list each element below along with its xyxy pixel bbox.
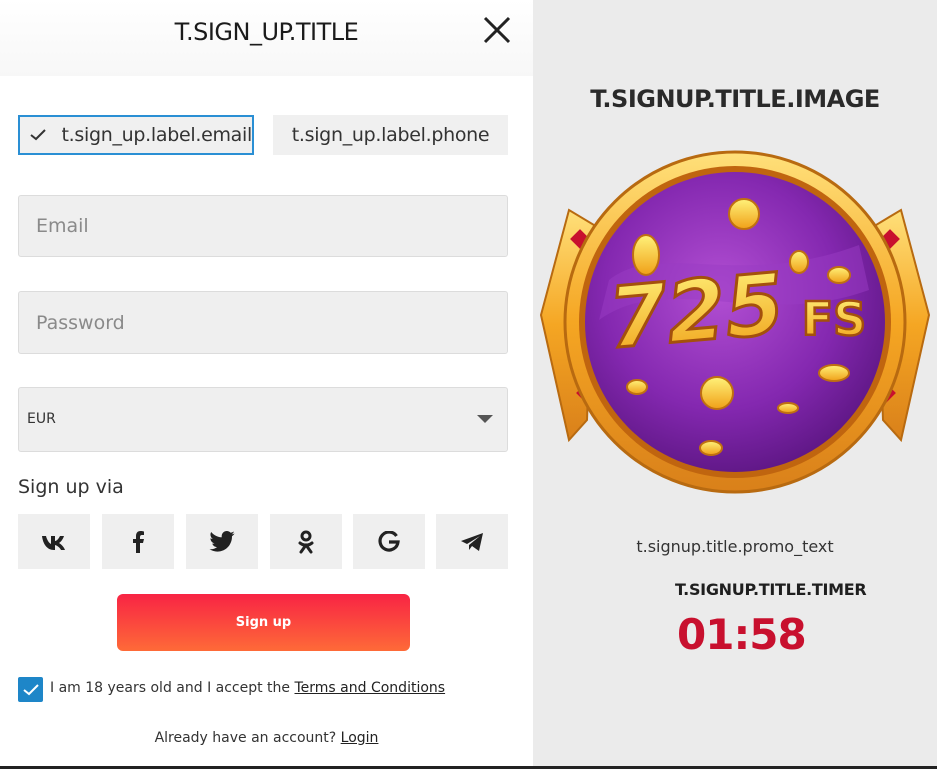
tab-phone-label: t.sign_up.label.phone — [291, 124, 490, 146]
vk-icon — [42, 535, 65, 550]
password-field[interactable] — [18, 291, 508, 354]
badge-suffix: FS — [802, 292, 867, 346]
checkmark-icon — [22, 683, 39, 695]
twitter-icon — [209, 531, 235, 552]
terms-link[interactable]: Terms and Conditions — [295, 680, 446, 696]
timer-value: 01:58 — [677, 610, 807, 659]
tab-email-label: t.sign_up.label.email — [61, 124, 252, 146]
chevron-down-icon — [477, 415, 493, 423]
checkmark-icon — [30, 129, 47, 141]
agree-prefix: I am 18 years old and I accept the — [50, 680, 295, 696]
timer-label: T.SIGNUP.TITLE.TIMER — [675, 580, 867, 599]
currency-value: EUR — [27, 411, 56, 427]
vk-button[interactable] — [18, 514, 90, 569]
telegram-button[interactable] — [436, 514, 508, 569]
close-icon[interactable] — [481, 14, 513, 46]
already-prefix: Already have an account? — [154, 730, 341, 746]
telegram-icon — [461, 532, 483, 551]
tab-phone[interactable]: t.sign_up.label.phone — [273, 115, 508, 155]
signup-button[interactable]: Sign up — [117, 594, 410, 651]
already-account-text: Already have an account? Login — [0, 730, 533, 746]
agree-text: I am 18 years old and I accept the Terms… — [50, 680, 445, 696]
tab-email[interactable]: t.sign_up.label.email — [18, 115, 254, 155]
agree-checkbox[interactable] — [18, 677, 43, 702]
login-link[interactable]: Login — [341, 730, 379, 746]
modal-header: T.SIGN_UP.TITLE — [0, 0, 533, 76]
facebook-icon — [133, 530, 144, 553]
email-field[interactable] — [18, 195, 508, 257]
modal-title: T.SIGN_UP.TITLE — [174, 18, 359, 46]
badge-number: 725 — [605, 255, 788, 368]
free-spins-badge: 725 FS — [539, 150, 931, 494]
promo-image-title: T.SIGNUP.TITLE.IMAGE — [590, 85, 880, 113]
google-button[interactable] — [353, 514, 425, 569]
facebook-button[interactable] — [102, 514, 174, 569]
odnoklassniki-button[interactable] — [270, 514, 342, 569]
twitter-button[interactable] — [186, 514, 258, 569]
currency-select[interactable]: EUR — [18, 387, 508, 452]
promo-text: t.signup.title.promo_text — [636, 537, 834, 556]
google-icon — [378, 530, 400, 552]
signup-panel: T.SIGN_UP.TITLE t.sign_up.label.email t.… — [0, 0, 533, 769]
odnoklassniki-icon — [298, 530, 314, 553]
signup-via-label: Sign up via — [18, 476, 124, 498]
